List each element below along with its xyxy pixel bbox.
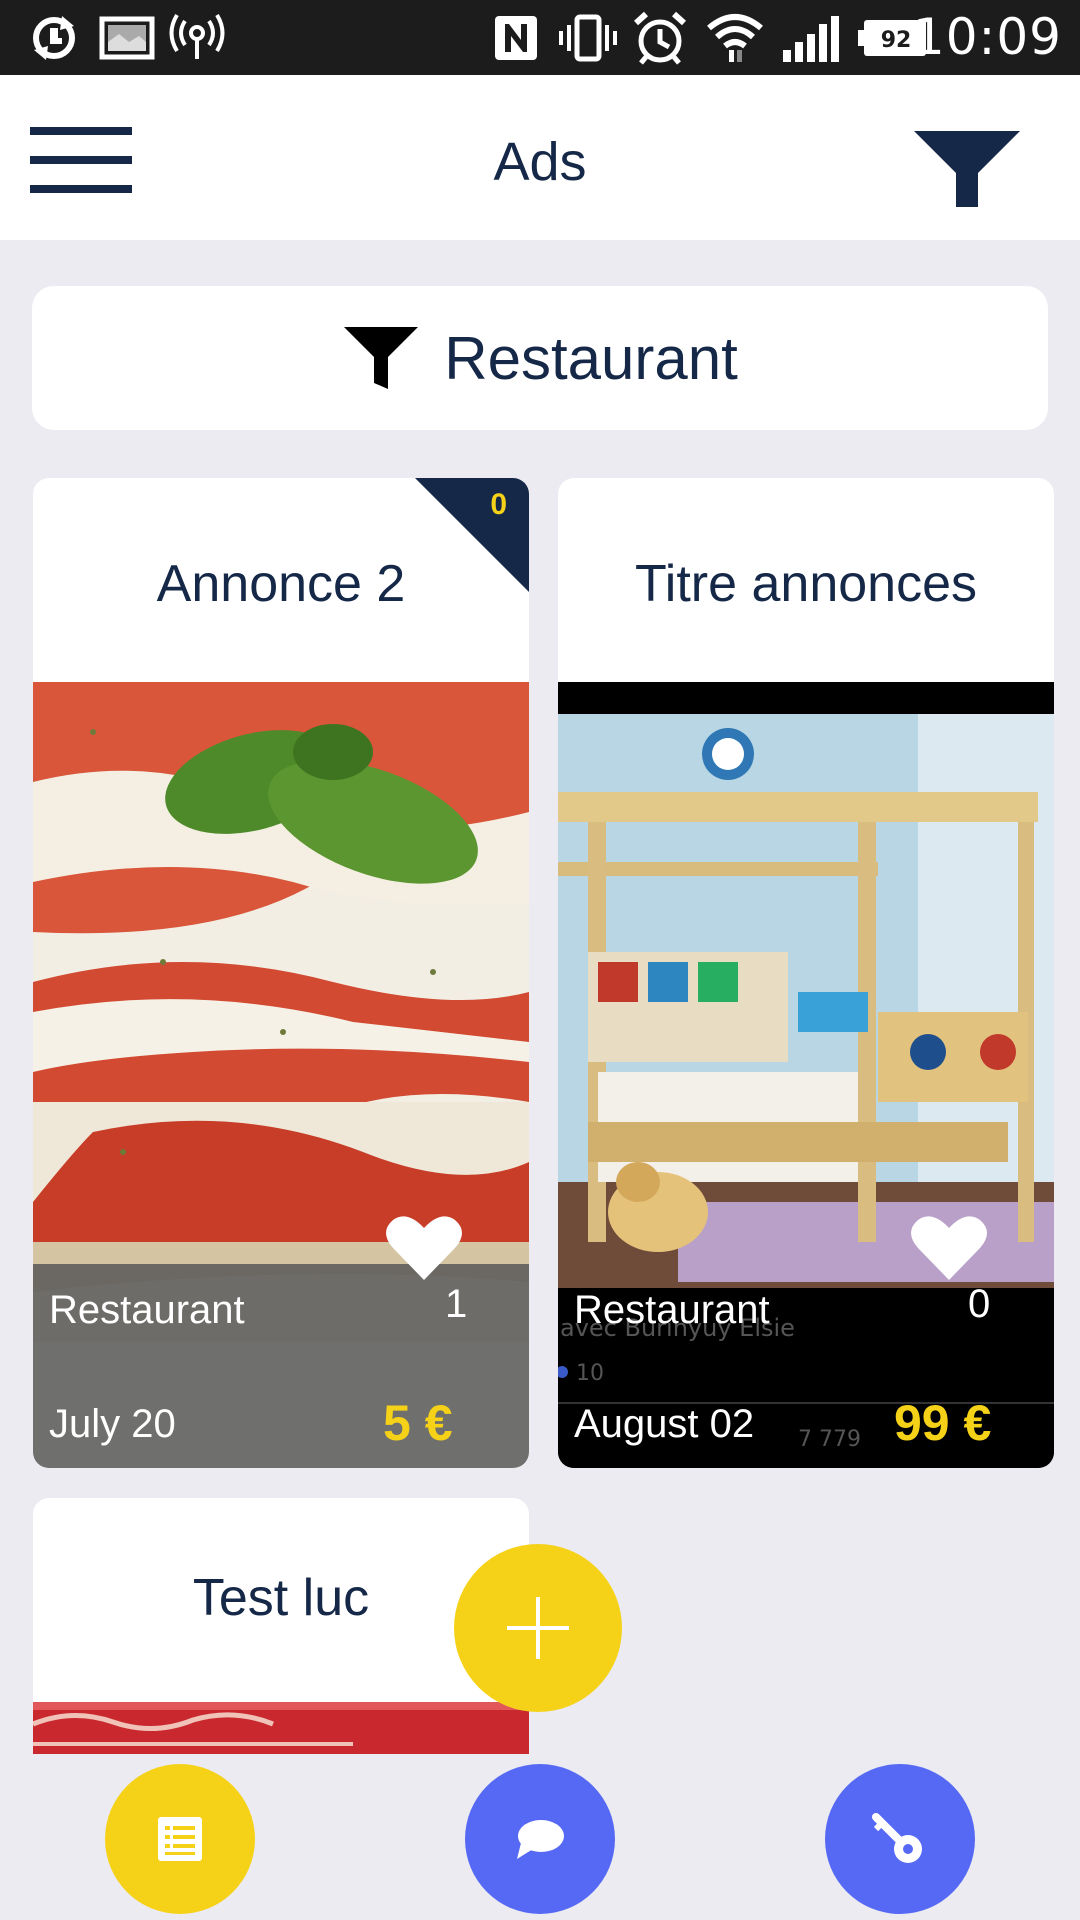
status-bar: 92 10:09 — [0, 0, 1080, 75]
add-ad-button[interactable] — [454, 1544, 622, 1712]
image-icon — [98, 12, 156, 64]
ad-price: 5 € — [383, 1395, 453, 1451]
ad-likes-count: 1 — [445, 1282, 468, 1326]
key-icon — [872, 1813, 922, 1863]
unread-badge — [415, 478, 529, 592]
status-time: 10:09 — [912, 8, 1062, 66]
battery-level: 92 — [881, 28, 912, 53]
ad-category: Restaurant — [49, 1288, 245, 1332]
alarm-icon — [632, 11, 688, 65]
active-filter-chip[interactable]: Restaurant — [32, 286, 1048, 430]
nav-chat-button[interactable] — [465, 1764, 615, 1914]
filter-icon — [344, 327, 419, 389]
filter-icon[interactable] — [912, 127, 1022, 209]
ad-date: August 02 — [574, 1402, 755, 1446]
vibrate-icon — [556, 12, 620, 64]
ad-card[interactable]: Titre annonces avec Burinyuy Elsie 10 7 … — [558, 478, 1054, 1468]
ad-likes-count: 0 — [968, 1282, 991, 1326]
ad-card[interactable]: Annonce 2 0 Restaurant 1 July 20 5 € — [33, 478, 529, 1468]
ad-info-panel: Restaurant 1 July 20 5 € — [33, 1216, 529, 1468]
ad-title: Titre annonces — [634, 555, 978, 613]
filter-chip-label: Restaurant — [444, 324, 738, 392]
heart-icon[interactable] — [385, 1212, 463, 1282]
ad-info-panel: Restaurant 0 August 02 99 € — [558, 1216, 1054, 1468]
hotspot-icon — [168, 12, 226, 64]
ad-date: July 20 — [49, 1402, 176, 1446]
list-icon — [158, 1817, 202, 1861]
chat-icon — [517, 1820, 564, 1859]
ad-category: Restaurant — [574, 1288, 770, 1332]
signal-icon — [780, 12, 840, 64]
plus-icon — [507, 1597, 569, 1659]
nfc-icon — [492, 12, 540, 64]
sync-icon — [26, 12, 82, 64]
heart-icon[interactable] — [910, 1212, 988, 1282]
badge-count: 0 — [490, 488, 507, 521]
app-header: Ads — [0, 75, 1080, 240]
nav-list-button[interactable] — [105, 1764, 255, 1914]
nav-key-button[interactable] — [825, 1764, 975, 1914]
wifi-icon — [706, 12, 764, 64]
ad-image[interactable] — [33, 1702, 529, 1754]
ad-price: 99 € — [894, 1395, 992, 1451]
